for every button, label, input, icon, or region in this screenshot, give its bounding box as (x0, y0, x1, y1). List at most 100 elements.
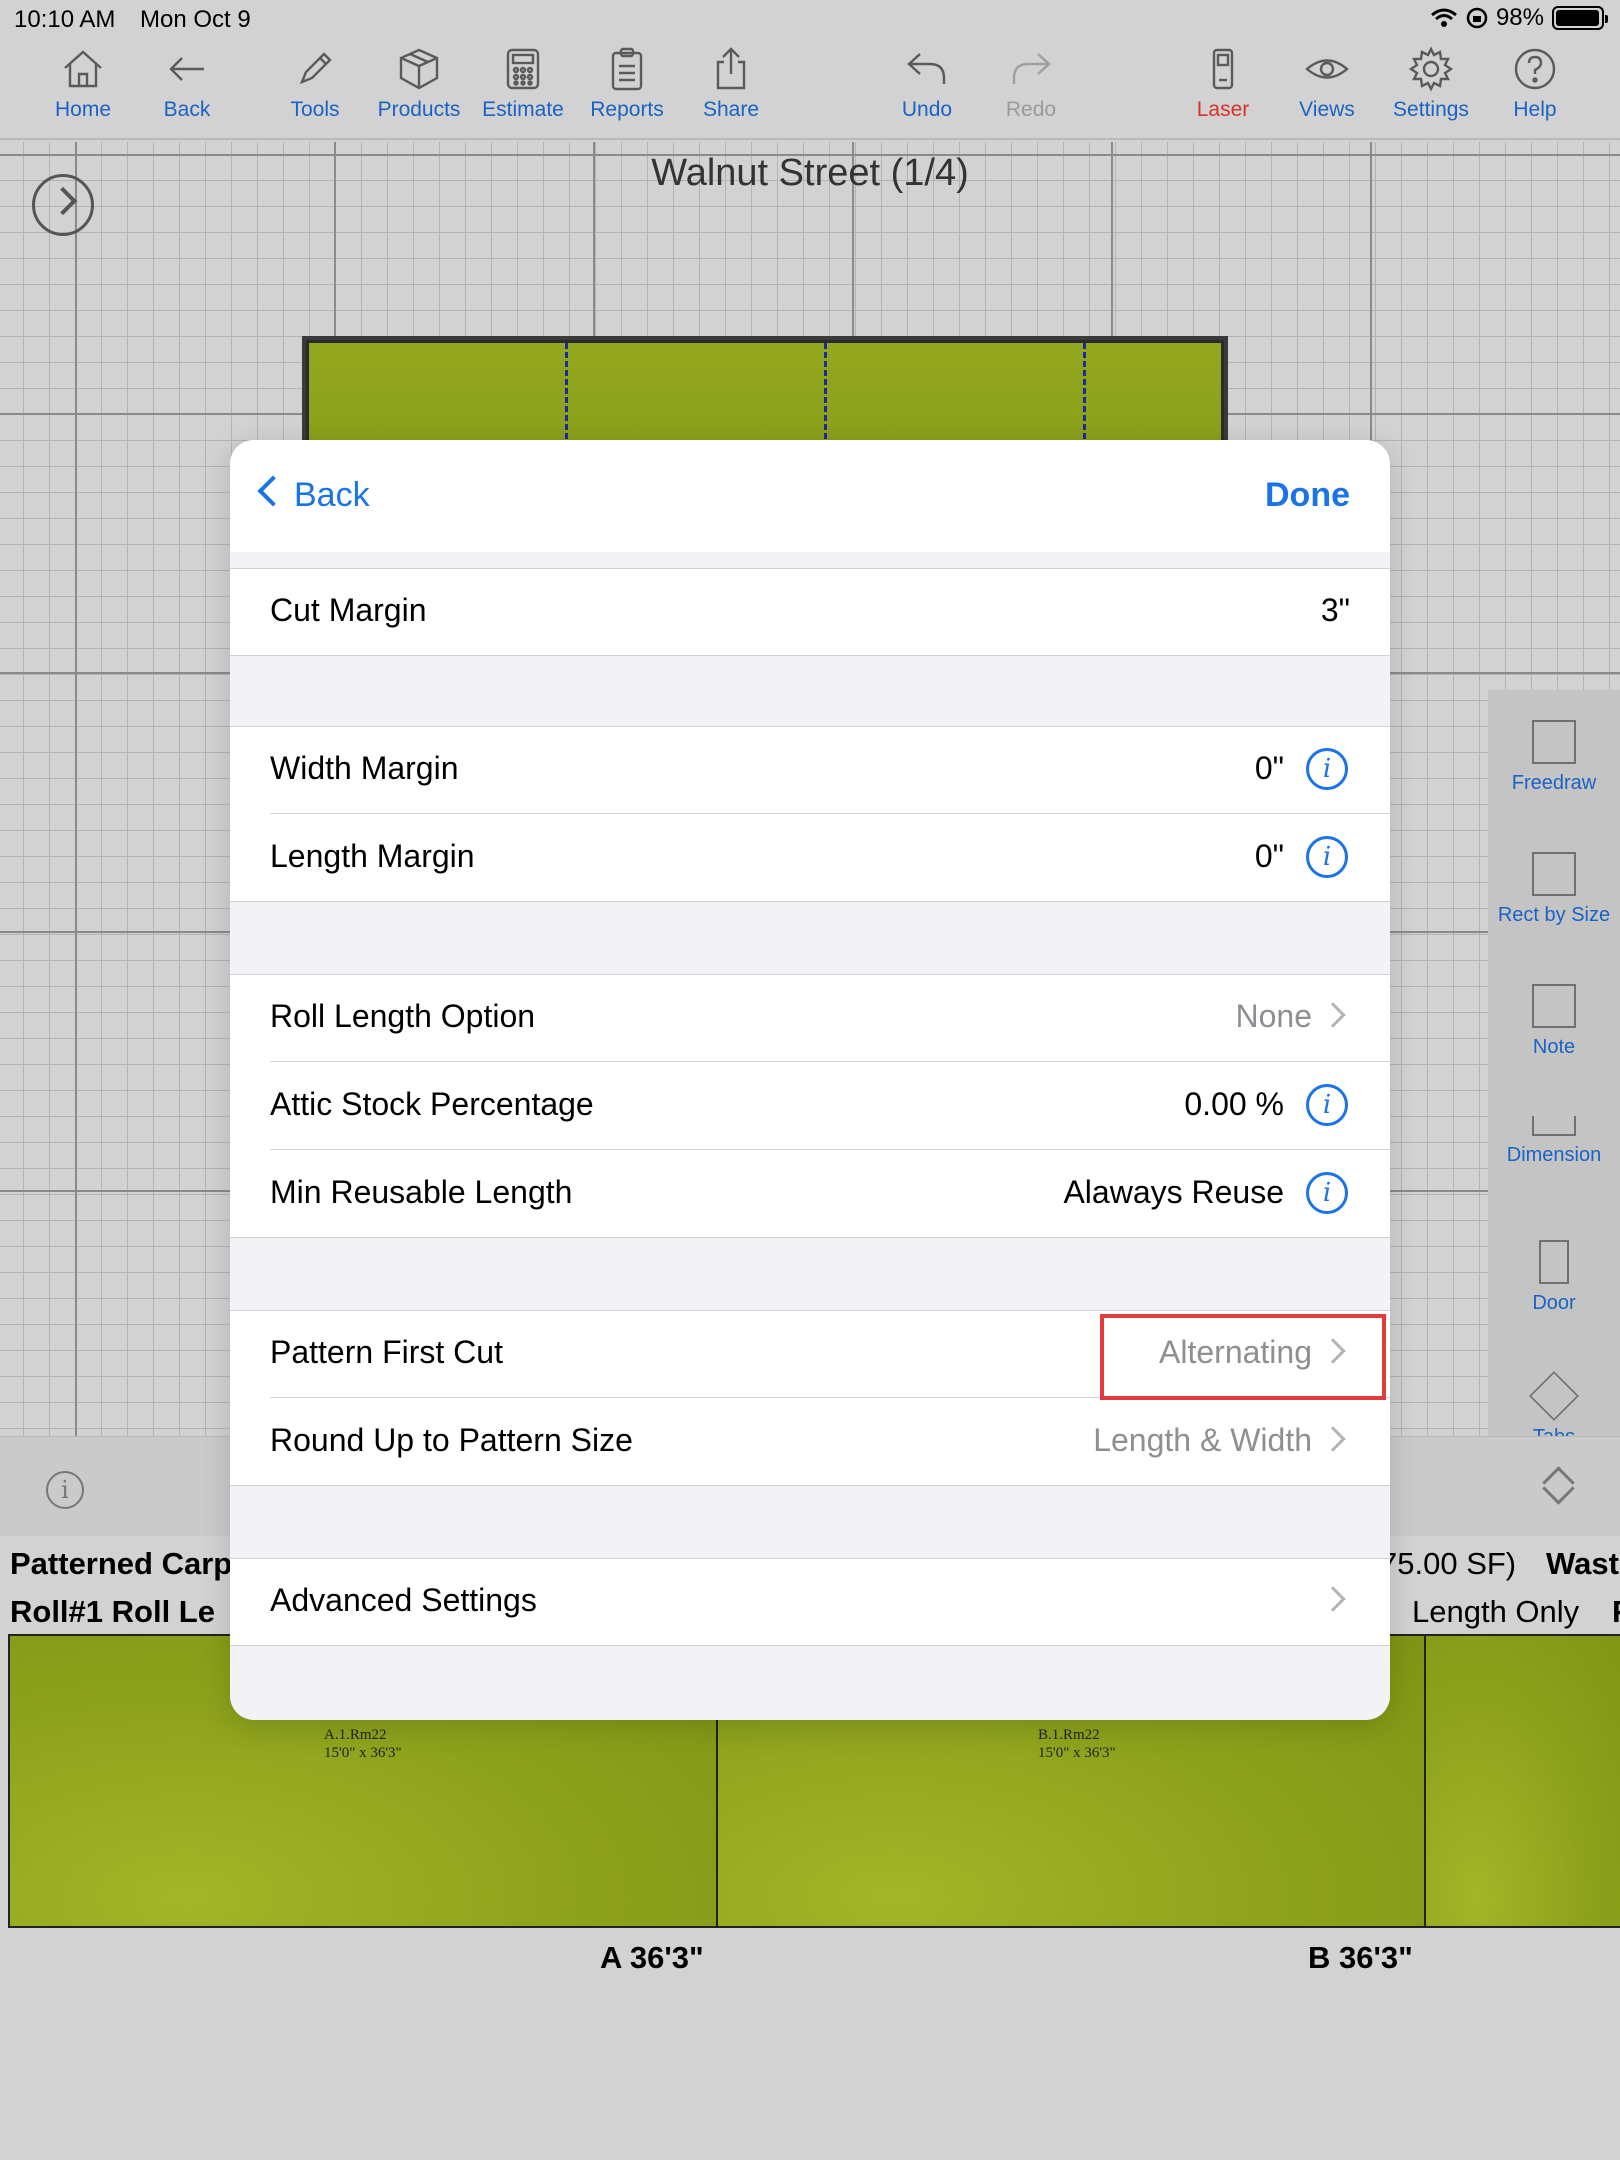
roll-info: Roll#1 Roll Le (10, 1594, 215, 1629)
redo-label: Redo (1005, 98, 1057, 121)
product-name: Patterned Carp (10, 1546, 233, 1581)
arrow-left-icon (169, 57, 204, 81)
settings-label: Settings (1393, 98, 1469, 121)
estimate-button[interactable]: Estimate (468, 46, 578, 122)
info-circle-icon[interactable]: i (1306, 1084, 1348, 1126)
door-icon (1539, 1240, 1569, 1284)
modal-header: Back Done (230, 440, 1390, 552)
min-reusable-row[interactable]: Min Reusable Length Alaways Reuse i (230, 1150, 1390, 1238)
area-text: 75.00 SF) (1380, 1546, 1517, 1581)
width-margin-value: 0" (1254, 750, 1284, 786)
share-button[interactable]: Share (676, 46, 786, 122)
settings-modal: Back Done Cut Margin 3" Width Margin 0" … (230, 440, 1390, 1720)
calculator-icon (506, 48, 540, 90)
door-label: Door (1532, 1292, 1576, 1314)
gear-icon (1408, 46, 1454, 92)
pencil-icon (299, 52, 332, 85)
undo-label: Undo (901, 98, 953, 121)
attic-stock-row[interactable]: Attic Stock Percentage 0.00 % i (230, 1062, 1390, 1150)
main-toolbar: Home Back Tools Products Estimate Report… (0, 40, 1620, 140)
length-margin-row[interactable]: Length Margin 0" i (230, 814, 1390, 902)
tools-label: Tools (290, 98, 340, 121)
clipboard-icon (611, 47, 643, 91)
reports-button[interactable]: Reports (572, 46, 682, 122)
eye-icon (1305, 59, 1349, 79)
tools-button[interactable]: Tools (260, 46, 370, 122)
chevron-right-icon (1320, 1586, 1346, 1612)
status-right: 98% (1430, 4, 1608, 32)
row-separator (230, 568, 1390, 569)
roll-length-option-row[interactable]: Roll Length Option None (230, 974, 1390, 1062)
views-button[interactable]: Views (1272, 46, 1382, 122)
waste-text: Wast (1546, 1546, 1619, 1581)
info-icon[interactable]: i (46, 1471, 84, 1509)
done-button[interactable]: Done (1265, 476, 1350, 515)
piece-label: A.1.Rm22 15'0" x 36'3" (324, 1726, 402, 1762)
chevron-right-icon (1320, 1002, 1346, 1028)
row-separator (230, 1558, 1390, 1559)
home-button[interactable]: Home (28, 46, 138, 122)
expand-panel-icon[interactable] (32, 174, 94, 236)
products-label: Products (377, 98, 461, 121)
back-label: Back (163, 98, 211, 121)
freedraw-icon (1532, 720, 1576, 764)
min-reusable-value: Alaways Reuse (1063, 1174, 1284, 1210)
length-margin-value: 0" (1254, 838, 1284, 874)
help-button[interactable]: Help (1480, 46, 1590, 122)
width-margin-label: Width Margin (270, 750, 459, 786)
row-separator (230, 1645, 1390, 1646)
info-circle-icon[interactable]: i (1306, 836, 1348, 878)
undo-button[interactable]: Undo (872, 46, 982, 122)
modal-back-button[interactable]: Back (254, 475, 370, 515)
share-icon (716, 47, 746, 90)
cut-margin-value: 3" (1320, 592, 1350, 628)
roll-tag: A 36'3" (600, 1940, 704, 1975)
chevron-right-icon (1320, 1426, 1346, 1452)
wifi-icon (1430, 8, 1457, 27)
freedraw-label: Freedraw (1511, 772, 1597, 794)
highlight-box (1100, 1314, 1386, 1400)
row-separator (230, 655, 1390, 656)
piece-label: B.1.Rm22 15'0" x 36'3" (1038, 1726, 1116, 1762)
pattern-first-cut-label: Pattern First Cut (270, 1334, 503, 1370)
status-date: Mon Oct 9 (140, 6, 251, 33)
note-label: Note (1532, 1036, 1576, 1058)
info-circle-icon[interactable]: i (1306, 1172, 1348, 1214)
drawing-palette: Freedraw Rect by Size Note Dimension Doo… (1488, 690, 1620, 1448)
laser-label: Laser (1196, 98, 1250, 121)
piece-name: A.1.Rm22 (324, 1727, 387, 1743)
back-button[interactable]: Back (132, 46, 242, 122)
expand-collapse-icon[interactable] (1540, 1465, 1574, 1505)
roll-tag: B 36'3" (1308, 1940, 1413, 1975)
help-icon (1514, 48, 1556, 90)
roll-length-option-value: None (1235, 998, 1313, 1034)
settings-button[interactable]: Settings (1376, 46, 1486, 122)
advanced-settings-row[interactable]: Advanced Settings (230, 1558, 1390, 1646)
row-separator (230, 1485, 1390, 1486)
attic-stock-label: Attic Stock Percentage (270, 1086, 594, 1122)
laser-button[interactable]: Laser (1168, 46, 1278, 122)
rectangle-icon (1532, 852, 1576, 896)
layers-icon (1529, 1371, 1579, 1421)
roll-piece[interactable] (1426, 1636, 1620, 1926)
home-label: Home (54, 98, 112, 121)
dimension-label: Dimension (1506, 1144, 1602, 1166)
pattern-mode-text: Length Only (1412, 1594, 1580, 1629)
door-tool[interactable]: Door (1488, 1240, 1620, 1315)
freedraw-tool[interactable]: Freedraw (1488, 720, 1620, 795)
width-margin-row[interactable]: Width Margin 0" i (230, 726, 1390, 814)
help-label: Help (1513, 98, 1557, 121)
note-tool[interactable]: Note (1488, 984, 1620, 1059)
round-up-row[interactable]: Round Up to Pattern Size Length & Width (230, 1398, 1390, 1486)
rect-by-size-tool[interactable]: Rect by Size (1488, 852, 1620, 927)
products-button[interactable]: Products (364, 46, 474, 122)
dimension-tool[interactable]: Dimension (1488, 1116, 1620, 1167)
info-circle-icon[interactable]: i (1306, 748, 1348, 790)
roll-length-option-label: Roll Length Option (270, 998, 536, 1034)
status-bar: 10:10 AM Mon Oct 9 98% (0, 0, 1620, 40)
attic-stock-value: 0.00 % (1184, 1086, 1284, 1122)
modal-back-label: Back (294, 476, 370, 514)
redo-button[interactable]: Redo (976, 46, 1086, 122)
cut-margin-row[interactable]: Cut Margin 3" (230, 568, 1390, 656)
piece-size: 15'0" x 36'3" (324, 1745, 402, 1761)
